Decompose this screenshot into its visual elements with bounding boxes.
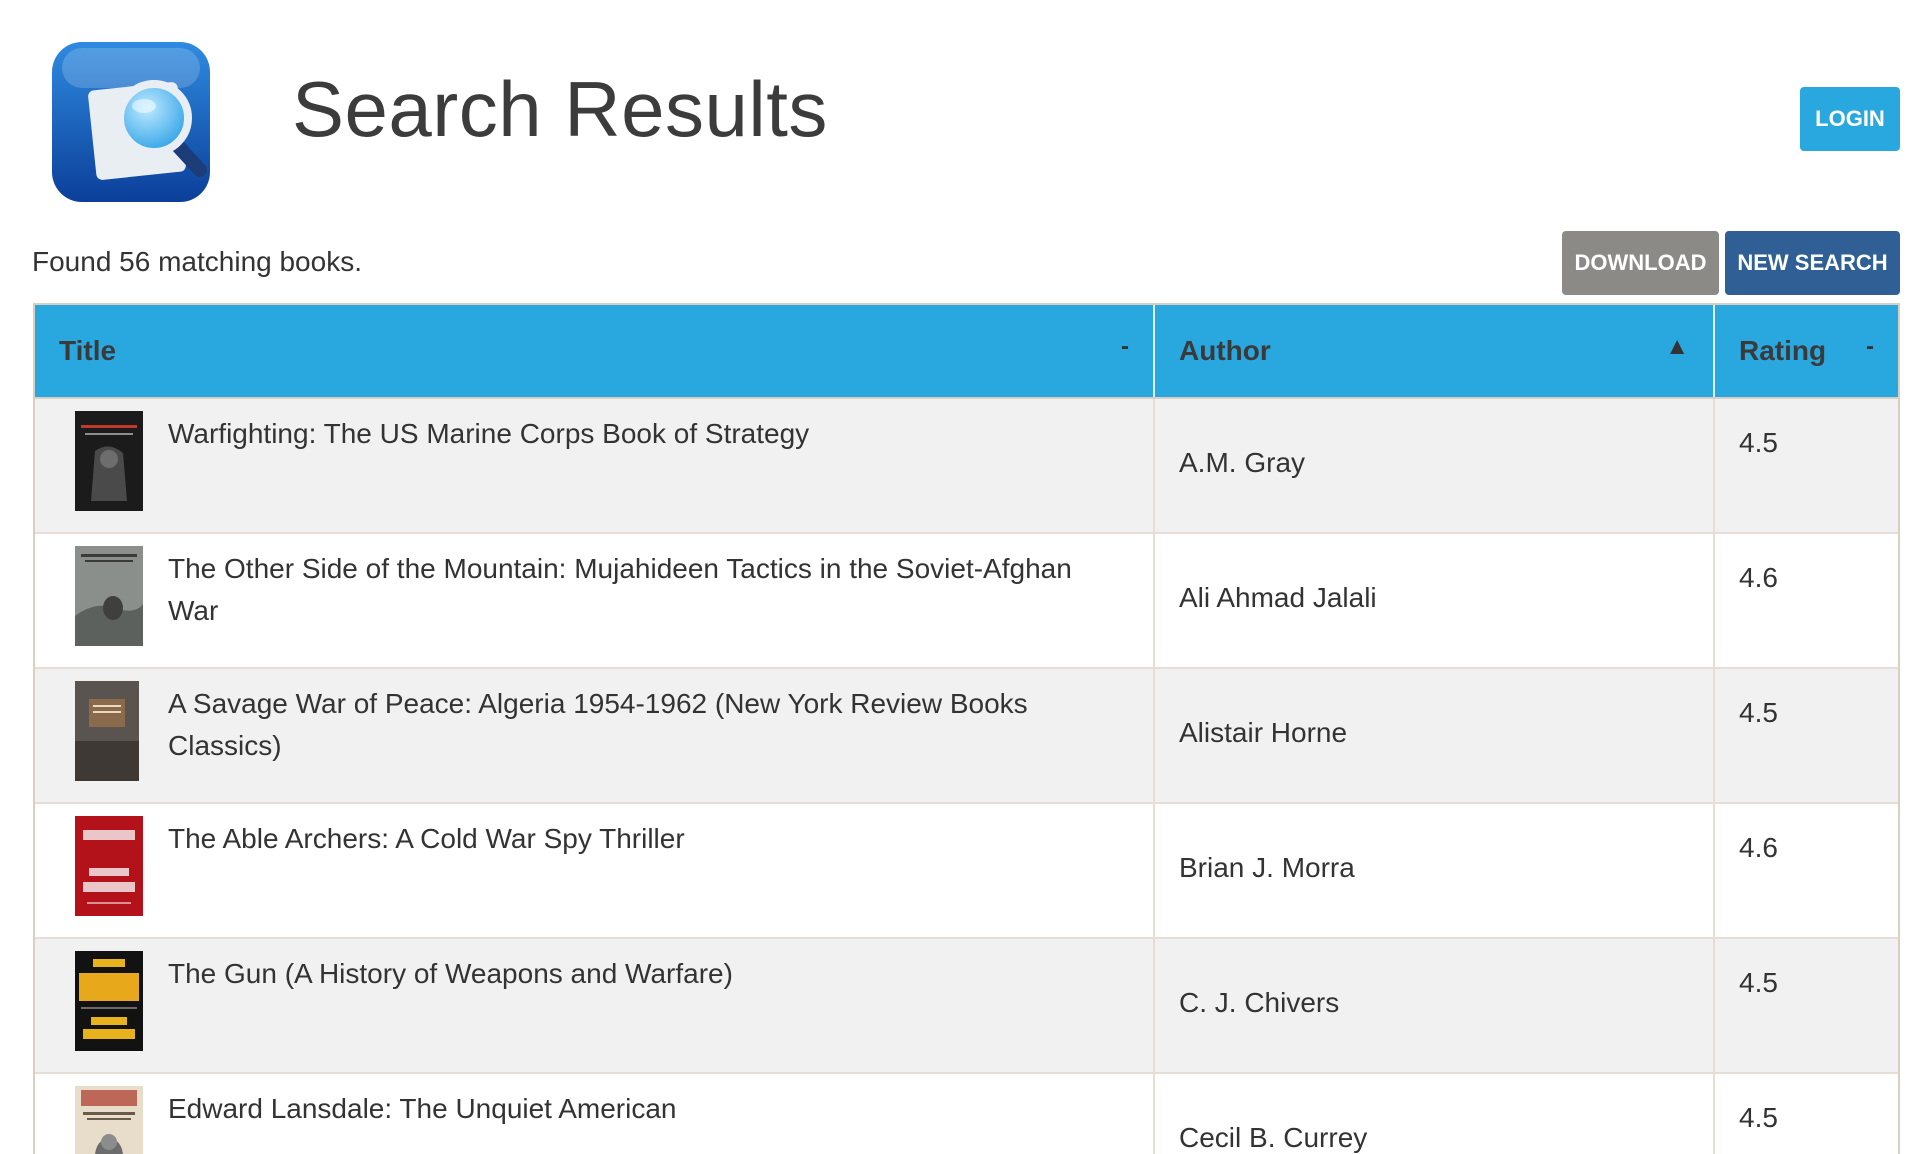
sort-indicator: - (1866, 333, 1874, 360)
title-cell: A Savage War of Peace: Algeria 1954-1962… (35, 669, 1155, 802)
document-magnifier-icon (48, 36, 218, 208)
book-cover-image[interactable] (75, 1086, 143, 1154)
column-header-rating[interactable]: Rating - (1715, 305, 1898, 397)
title-cell: The Other Side of the Mountain: Mujahide… (35, 534, 1155, 667)
rating-cell: 4.6 (1715, 804, 1898, 937)
author-cell: Cecil B. Currey (1155, 1074, 1715, 1154)
title-cell: The Able Archers: A Cold War Spy Thrille… (35, 804, 1155, 937)
author-cell: Ali Ahmad Jalali (1155, 534, 1715, 667)
author-cell: Brian J. Morra (1155, 804, 1715, 937)
login-button[interactable]: LOGIN (1800, 87, 1900, 151)
table-row[interactable]: Warfighting: The US Marine Corps Book of… (35, 399, 1898, 534)
book-author: Alistair Horne (1179, 717, 1348, 748)
sort-indicator: - (1121, 333, 1129, 360)
rating-cell: 4.5 (1715, 1074, 1898, 1154)
rating-cell: 4.5 (1715, 399, 1898, 532)
download-button[interactable]: DOWNLOAD (1562, 231, 1719, 295)
book-rating: 4.6 (1739, 562, 1778, 593)
book-title[interactable]: A Savage War of Peace: Algeria 1954-1962… (168, 683, 1108, 767)
sort-ascending-icon: ▲ (1665, 333, 1689, 360)
rating-cell: 4.6 (1715, 534, 1898, 667)
book-rating: 4.5 (1739, 1102, 1778, 1133)
book-rating: 4.5 (1739, 427, 1778, 458)
author-cell: A.M. Gray (1155, 399, 1715, 532)
search-results-page: Search Results LOGIN Found 56 matching b… (0, 0, 1924, 1154)
results-count: Found 56 matching books. (32, 246, 362, 277)
title-cell: Edward Lansdale: The Unquiet American (35, 1074, 1155, 1154)
book-author: Brian J. Morra (1179, 852, 1355, 883)
new-search-button[interactable]: NEW SEARCH (1725, 231, 1900, 295)
book-cover-image[interactable] (75, 546, 143, 646)
book-cover-image[interactable] (75, 951, 143, 1051)
table-row[interactable]: The Able Archers: A Cold War Spy Thrille… (35, 804, 1898, 939)
book-cover-image[interactable] (75, 681, 143, 781)
column-header-author[interactable]: Author ▲ (1155, 305, 1715, 397)
book-cover-image[interactable] (75, 816, 143, 916)
author-cell: Alistair Horne (1155, 669, 1715, 802)
book-cover-image[interactable] (75, 411, 143, 511)
rating-cell: 4.5 (1715, 669, 1898, 802)
author-cell: C. J. Chivers (1155, 939, 1715, 1072)
book-rating: 4.6 (1739, 832, 1778, 863)
table-row[interactable]: A Savage War of Peace: Algeria 1954-1962… (35, 669, 1898, 804)
column-header-label: Rating (1739, 335, 1827, 366)
book-title[interactable]: The Able Archers: A Cold War Spy Thrille… (168, 818, 1108, 860)
table-row[interactable]: The Gun (A History of Weapons and Warfar… (35, 939, 1898, 1074)
column-header-label: Title (59, 335, 117, 366)
book-author: Ali Ahmad Jalali (1179, 582, 1377, 613)
book-rating: 4.5 (1739, 697, 1778, 728)
book-rating: 4.5 (1739, 967, 1778, 998)
rating-cell: 4.5 (1715, 939, 1898, 1072)
book-title[interactable]: Edward Lansdale: The Unquiet American (168, 1088, 1108, 1130)
table-header: Title - Author ▲ Rating - (35, 305, 1898, 399)
results-table: Title - Author ▲ Rating - Warfighting: T… (33, 303, 1900, 1154)
table-row[interactable]: Edward Lansdale: The Unquiet American Ce… (35, 1074, 1898, 1154)
book-title[interactable]: The Gun (A History of Weapons and Warfar… (168, 953, 1108, 995)
page-title: Search Results (292, 65, 828, 153)
table-row[interactable]: The Other Side of the Mountain: Mujahide… (35, 534, 1898, 669)
book-title[interactable]: Warfighting: The US Marine Corps Book of… (168, 413, 1108, 455)
column-header-label: Author (1179, 335, 1271, 366)
title-cell: The Gun (A History of Weapons and Warfar… (35, 939, 1155, 1072)
book-author: C. J. Chivers (1179, 987, 1340, 1018)
title-cell: Warfighting: The US Marine Corps Book of… (35, 399, 1155, 532)
book-title[interactable]: The Other Side of the Mountain: Mujahide… (168, 548, 1108, 632)
book-author: Cecil B. Currey (1179, 1122, 1368, 1153)
book-author: A.M. Gray (1179, 447, 1306, 478)
column-header-title[interactable]: Title - (35, 305, 1155, 397)
